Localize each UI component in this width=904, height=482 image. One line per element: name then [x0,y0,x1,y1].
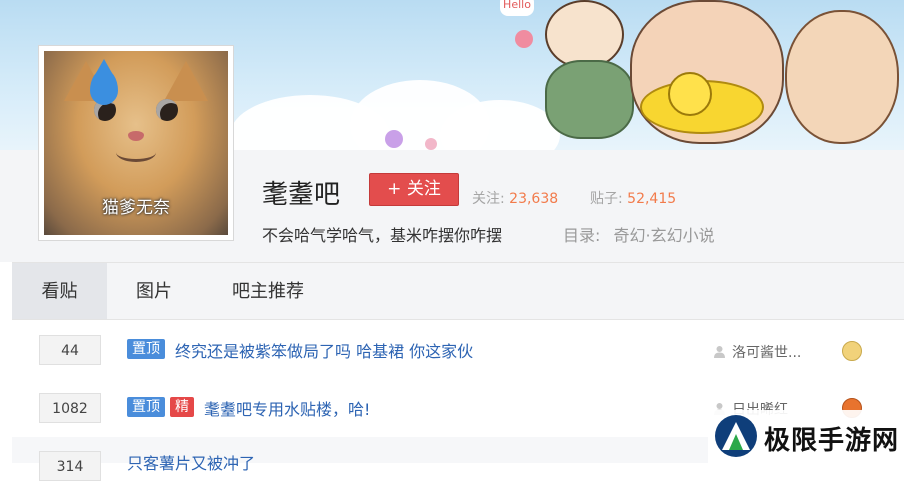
cat-eye [156,99,178,121]
posts-count: 52,415 [627,191,677,207]
thread-title-link[interactable]: 终究还是被紫笨做局了吗 哈基裙 你这家伙 [175,338,473,362]
tab-posts[interactable]: 看贴 [12,263,107,319]
watermark-text: 极限手游网 [764,426,900,456]
forum-title: 耄耋吧 [262,180,341,210]
balloon-decoration [385,130,403,148]
thread-author[interactable]: 洛可酱世... [713,342,801,362]
followers-label: 关注: [472,191,505,207]
posts-stat: 贴子: 52,415 [590,188,676,208]
category-label: 目录: [563,226,601,245]
reply-count: 314 [39,451,101,481]
pinned-badge: 置顶 [127,397,165,417]
reply-count: 1082 [39,393,101,423]
pinned-badge: 置顶 [127,339,165,359]
speech-bubble: Hello [500,0,534,16]
follow-button[interactable]: + 关注 [369,173,459,206]
speech-bubble-text: Hello [503,0,531,11]
forum-category: 目录: 奇幻·玄幻小说 [563,222,715,246]
forum-slogan: 不会哈气学哈气，基米咋摆你咋摆 [262,226,503,245]
author-name: 洛可酱世... [732,345,802,361]
avatar-caption: 猫爹无奈 [102,198,170,218]
user-icon [714,346,725,358]
posts-label: 贴子: [590,191,623,207]
thread-title-link[interactable]: 只客薯片又被冲了 [127,450,255,474]
reply-count: 44 [39,335,101,365]
cat-ear [164,61,208,101]
forum-avatar-frame[interactable]: 猫爹无奈 [38,45,234,241]
mountain-logo-icon [715,415,757,457]
tab-images[interactable]: 图片 [124,263,184,319]
followers-stat: 关注: 23,638 [472,188,558,208]
cat-nose [128,131,144,141]
balloon-decoration [425,138,437,150]
rubber-duck [668,72,712,116]
site-watermark: 极限手游网 [708,410,904,463]
author-avatar[interactable] [842,341,862,361]
category-link[interactable]: 奇幻·玄幻小说 [614,226,715,245]
thread-row[interactable]: 44 置顶 终究还是被紫笨做局了吗 哈基裙 你这家伙 洛可酱世... [12,322,904,378]
cartoon-old-man [545,0,624,69]
forum-tab-bar: 看贴 图片 吧主推荐 [12,262,904,320]
flower-decoration [515,30,533,48]
tab-recommended[interactable]: 吧主推荐 [220,263,316,319]
cartoon-bear [785,10,899,144]
cat-mouth [116,143,156,162]
forum-avatar[interactable]: 猫爹无奈 [44,51,228,235]
thread-title-link[interactable]: 耄耋吧专用水贴楼，哈! [204,396,370,420]
cartoon-green-shirt [545,60,634,139]
followers-count: 23,638 [509,191,559,207]
sweat-drop-icon [90,59,118,105]
featured-badge: 精 [170,397,194,417]
